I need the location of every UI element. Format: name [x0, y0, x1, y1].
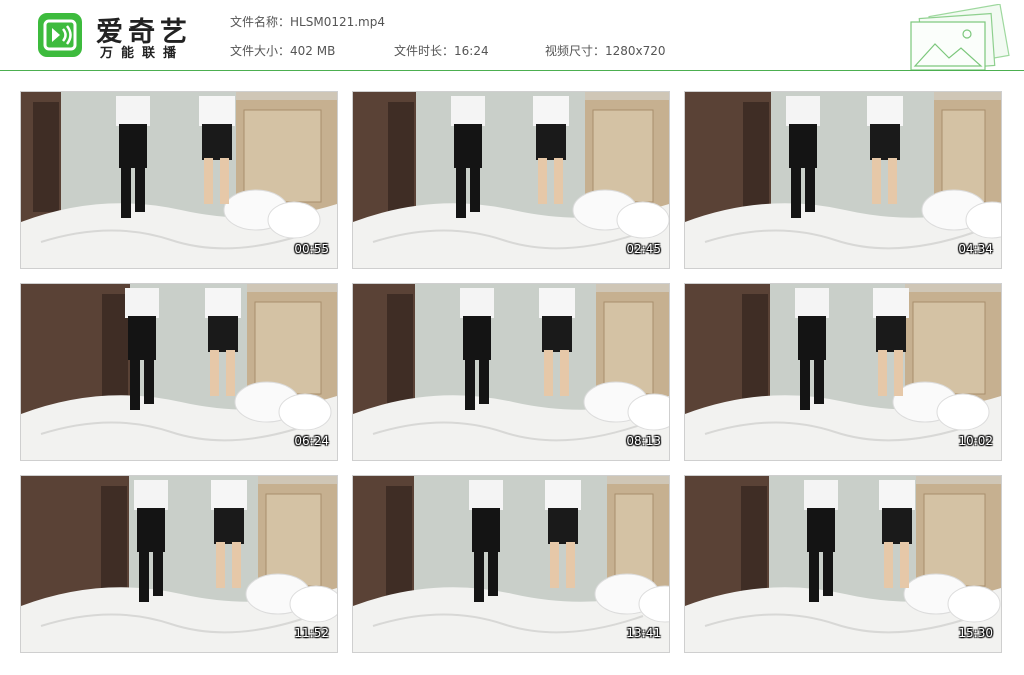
- video-frame-image: [353, 284, 669, 460]
- video-frame-image: [21, 476, 337, 652]
- video-dimensions-label: 视频尺寸：: [545, 44, 606, 58]
- thumbnail-timestamp: 10:02: [958, 434, 993, 448]
- video-thumbnail[interactable]: 13:41: [352, 475, 670, 653]
- brand-subtitle: 万能联播: [100, 46, 185, 61]
- video-dimensions-row: 视频尺寸：1280x720: [545, 42, 666, 59]
- video-dimensions-value: 1280x720: [605, 44, 666, 58]
- photo-stack-icon: [910, 4, 1010, 70]
- video-frame-image: [353, 476, 669, 652]
- video-thumbnail[interactable]: 00:55: [20, 91, 338, 269]
- video-frame-image: [685, 92, 1001, 268]
- video-frame-image: [21, 92, 337, 268]
- thumbnail-timestamp: 06:24: [294, 434, 329, 448]
- video-thumbnail[interactable]: 04:34: [684, 91, 1002, 269]
- video-frame-image: [353, 92, 669, 268]
- video-thumbnail[interactable]: 11:52: [20, 475, 338, 653]
- video-thumbnail[interactable]: 06:24: [20, 283, 338, 461]
- file-size-label: 文件大小：: [230, 44, 291, 58]
- video-thumbnail[interactable]: 08:13: [352, 283, 670, 461]
- file-duration-label: 文件时长：: [394, 44, 455, 58]
- thumbnail-timestamp: 08:13: [626, 434, 661, 448]
- thumbnail-timestamp: 04:34: [958, 242, 993, 256]
- video-thumbnail[interactable]: 10:02: [684, 283, 1002, 461]
- header: 爱奇艺 万能联播 文件名称：HLSM0121.mp4 文件大小：402 MB 文…: [0, 0, 1024, 71]
- file-name-row: 文件名称：HLSM0121.mp4: [230, 13, 385, 30]
- thumbnail-timestamp: 13:41: [626, 626, 661, 640]
- file-size-value: 402 MB: [290, 44, 336, 58]
- iqiyi-logo-icon: [38, 13, 82, 57]
- video-frame-image: [21, 284, 337, 460]
- file-name-label: 文件名称：: [230, 15, 291, 29]
- video-frame-image: [685, 284, 1001, 460]
- file-name-value: HLSM0121.mp4: [290, 15, 385, 29]
- file-duration-value: 16:24: [454, 44, 489, 58]
- file-duration-row: 文件时长：16:24: [394, 42, 489, 59]
- thumbnail-timestamp: 11:52: [294, 626, 329, 640]
- video-thumbnail[interactable]: 02:45: [352, 91, 670, 269]
- video-frame-image: [685, 476, 1001, 652]
- thumbnail-timestamp: 02:45: [626, 242, 661, 256]
- file-size-row: 文件大小：402 MB: [230, 42, 335, 59]
- video-thumbnail[interactable]: 15:30: [684, 475, 1002, 653]
- thumbnail-timestamp: 15:30: [958, 626, 993, 640]
- thumbnail-timestamp: 00:55: [294, 242, 329, 256]
